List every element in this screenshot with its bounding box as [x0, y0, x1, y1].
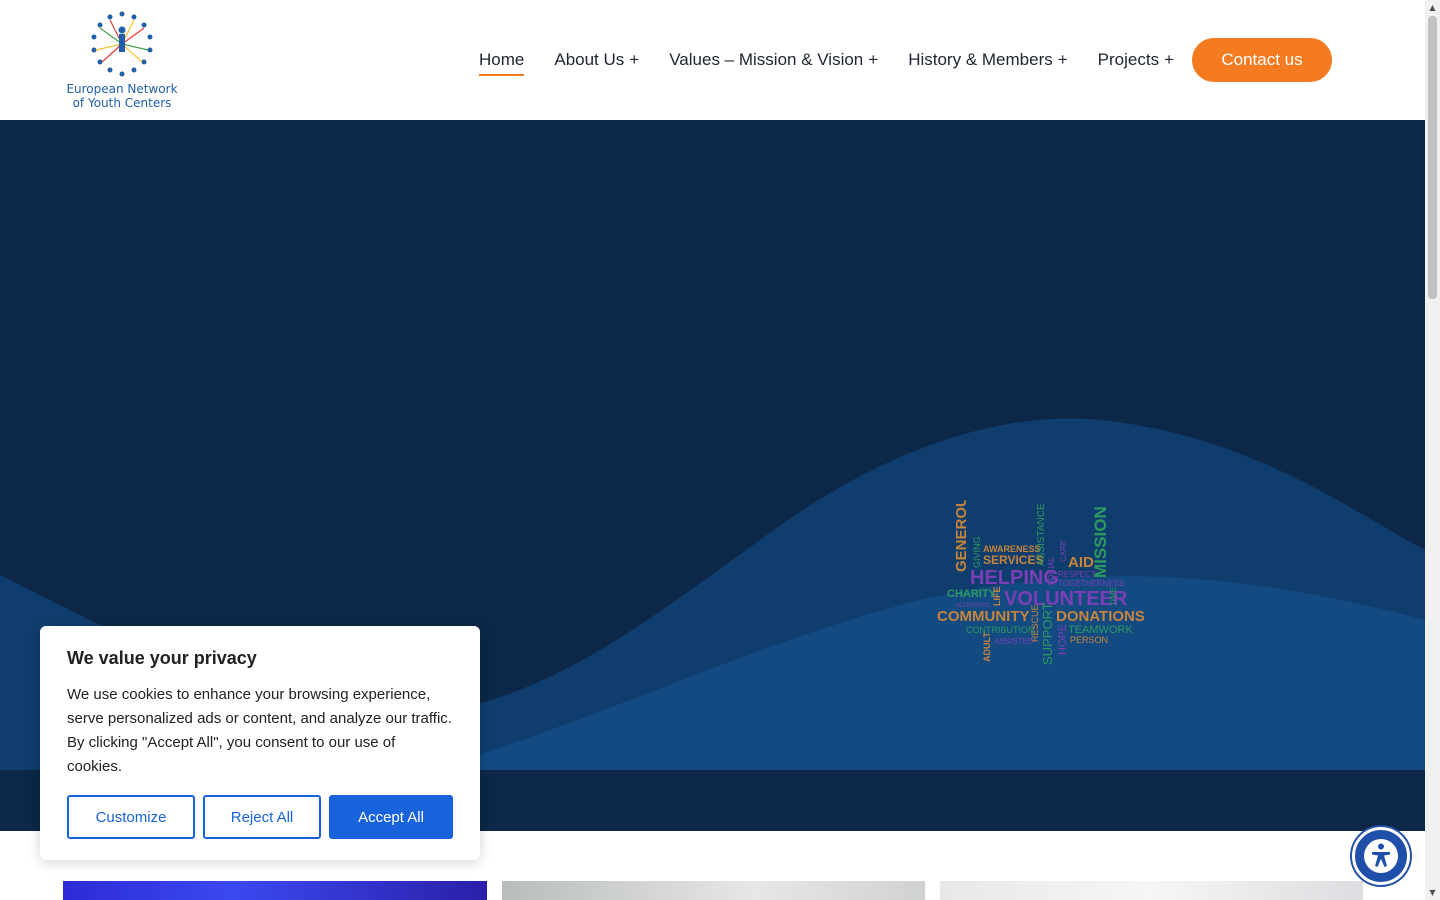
scroll-down-arrow-icon[interactable]: ▼ — [1425, 885, 1440, 900]
wordcloud-word: TIME — [1109, 587, 1118, 606]
scroll-up-arrow-icon[interactable]: ▲ — [1425, 0, 1440, 15]
nav-item-label: Projects — [1097, 50, 1160, 69]
wordcloud-word: SERVICES — [983, 553, 1043, 567]
accept-all-button[interactable]: Accept All — [329, 795, 453, 839]
customize-button[interactable]: Customize — [67, 795, 195, 839]
wordcloud-word: HOPE — [1057, 624, 1069, 655]
nav-item-home[interactable]: Home — [479, 44, 525, 76]
main-nav: Home About Us + Values – Mission & Vision… — [479, 38, 1204, 82]
wordcloud-word: COMMUNITY — [937, 608, 1030, 625]
nav-item-values-mission-vision[interactable]: Values – Mission & Vision + — [669, 44, 878, 76]
wordcloud-word: GENEROUS — [953, 500, 970, 572]
accessibility-icon — [1364, 839, 1398, 873]
wordcloud-word: ASSISTED — [994, 637, 1034, 646]
wordcloud-word: ASSISTANCE — [1036, 503, 1047, 566]
site-header: European Network of Youth Centers Home A… — [0, 0, 1425, 120]
site-logo[interactable]: European Network of Youth Centers — [62, 8, 182, 112]
project-card-image[interactable] — [940, 881, 1363, 900]
project-card-image[interactable] — [63, 881, 487, 900]
reject-all-button[interactable]: Reject All — [203, 795, 321, 839]
wordcloud-word: SUPPORT — [1040, 602, 1055, 665]
logo-stars-icon — [91, 11, 153, 77]
logo-text-line2: of Youth Centers — [72, 96, 172, 110]
expand-plus-icon: + — [868, 50, 879, 69]
wordcloud-word: CARE — [1059, 540, 1068, 562]
expand-plus-icon: + — [1164, 50, 1175, 69]
cookie-title: We value your privacy — [67, 648, 257, 668]
wordcloud-word: GIVING — [972, 536, 982, 568]
volunteer-wordcloud-image: GENEROUS GIVING AWARENESS SERVICES ASSIS… — [937, 500, 1144, 665]
cookie-buttons: Customize Reject All Accept All — [67, 795, 461, 839]
wordcloud-word: SOCIAL — [1047, 556, 1056, 586]
contact-us-button[interactable]: Contact us — [1192, 38, 1332, 82]
wordcloud-word: CONTRIBUTION — [966, 625, 1035, 635]
wordcloud-word: TOGETHERNESS — [1058, 579, 1124, 588]
wordcloud-word: ADULT — [982, 632, 992, 662]
cookie-consent-banner: We value your privacy We use cookies to … — [40, 626, 480, 860]
wordcloud-word: CHARITY — [947, 588, 997, 600]
project-card-image[interactable] — [502, 881, 925, 900]
wordcloud-word: RESPECT — [1058, 570, 1096, 579]
nav-item-label: Values – Mission & Vision — [669, 50, 864, 69]
logo-text-line1: European Network — [66, 82, 178, 96]
wordcloud-word: DONATIONS — [1056, 608, 1144, 625]
wordcloud-word: PERSON — [1070, 635, 1108, 645]
nav-item-label: About Us — [554, 50, 625, 69]
nav-item-history-members[interactable]: History & Members + — [908, 44, 1067, 76]
scroll-thumb[interactable] — [1428, 16, 1437, 299]
wordcloud-word: HELPING — [970, 567, 1059, 589]
cookie-text: We use cookies to enhance your browsing … — [67, 686, 452, 775]
wordcloud-word: MISSION — [1091, 506, 1110, 578]
expand-plus-icon: + — [1057, 50, 1068, 69]
nav-item-label: Home — [479, 50, 525, 69]
nav-item-about-us[interactable]: About Us + — [554, 44, 639, 76]
accessibility-button[interactable] — [1352, 827, 1410, 885]
nav-item-projects[interactable]: Projects + — [1098, 44, 1174, 76]
nav-item-label: History & Members — [908, 50, 1053, 69]
wordcloud-word: LIFE — [992, 587, 1002, 607]
cards-row — [0, 881, 1425, 900]
page-scrollbar[interactable]: ▲ ▼ — [1425, 0, 1440, 900]
expand-plus-icon: + — [629, 50, 640, 69]
